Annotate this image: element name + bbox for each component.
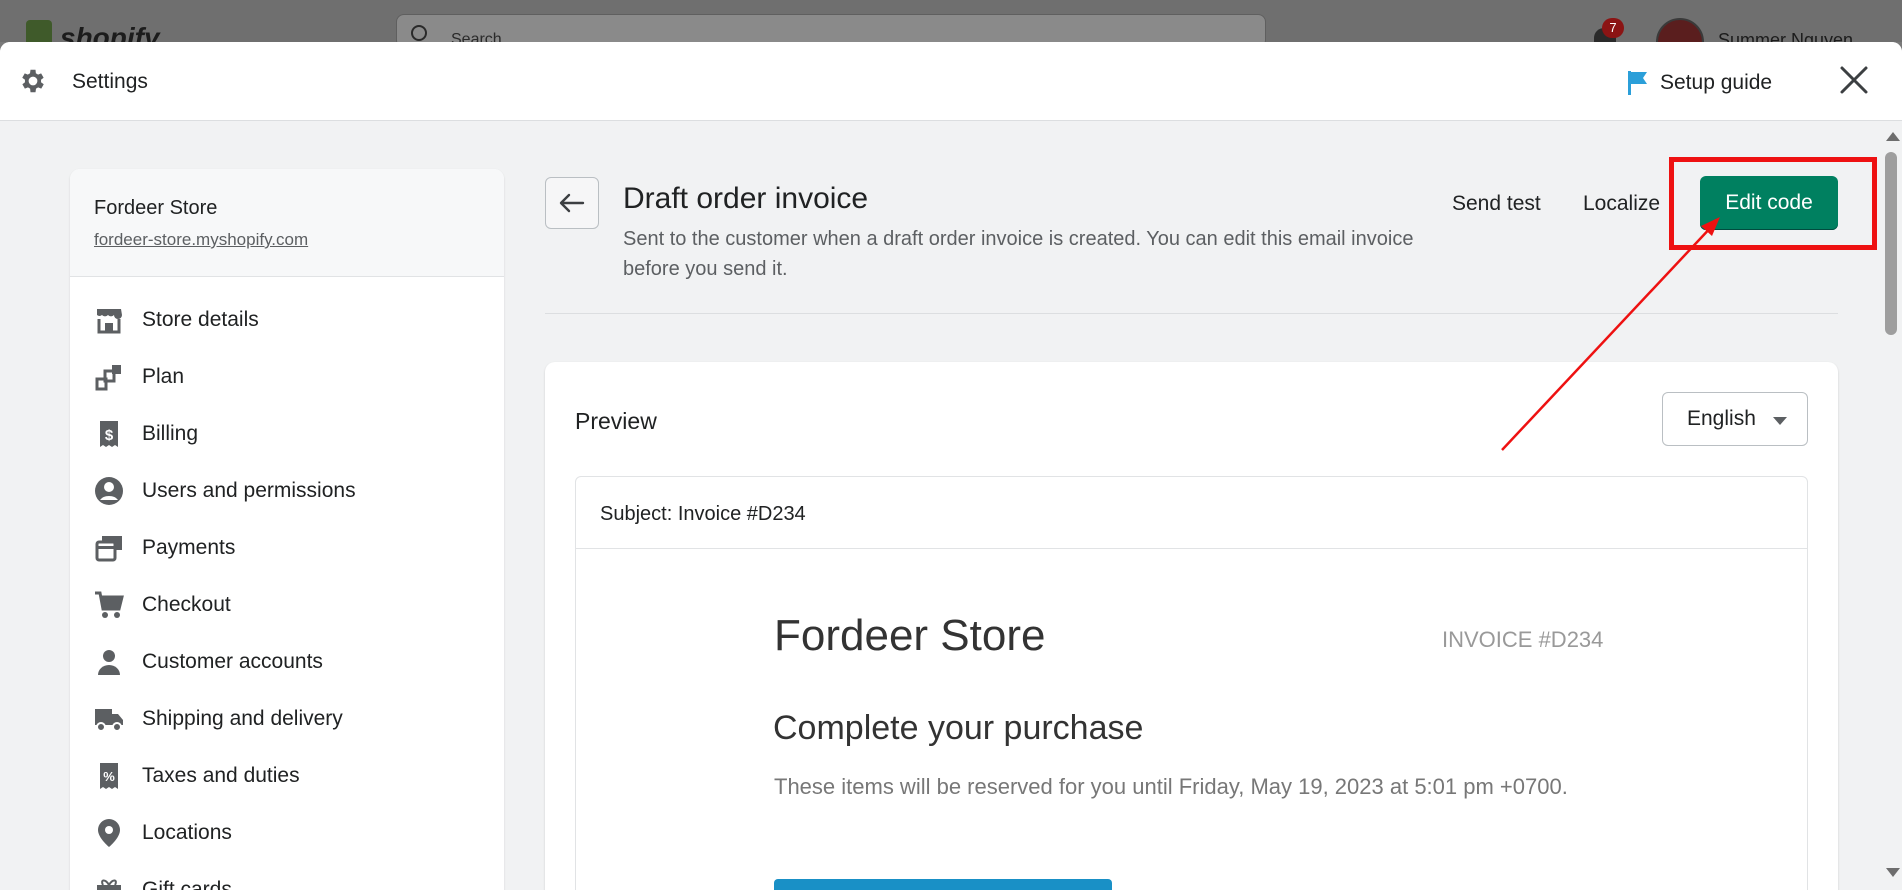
store-block: Fordeer Store fordeer-store.myshopify.co…	[70, 169, 504, 277]
plan-icon	[94, 362, 124, 392]
arrow-left-icon	[559, 193, 585, 213]
tax-icon: %	[94, 761, 124, 791]
email-store-name: Fordeer Store	[774, 611, 1046, 660]
gear-icon	[22, 69, 44, 93]
scrollbar-thumb[interactable]	[1885, 152, 1897, 335]
caret-down-icon	[1773, 417, 1787, 425]
sidebar-item-billing[interactable]: $ Billing	[70, 405, 504, 462]
person-icon	[94, 647, 124, 677]
store-name: Fordeer Store	[94, 197, 218, 219]
modal-title: Settings	[72, 70, 148, 93]
edit-code-button[interactable]: Edit code	[1700, 176, 1838, 230]
sidebar-item-label: Gift cards	[142, 877, 232, 890]
admin-topbar: shopify Search 7 Summer Nguyen	[0, 0, 1902, 66]
sidebar-item-label: Payments	[142, 535, 236, 559]
email-subject: Subject: Invoice #D234	[576, 477, 1807, 549]
cart-icon	[94, 590, 124, 620]
language-value: English	[1687, 407, 1756, 430]
modal-header: Settings Setup guide	[0, 42, 1902, 121]
location-pin-icon	[94, 818, 124, 848]
sidebar-item-label: Plan	[142, 364, 185, 388]
store-url-link[interactable]: fordeer-store.myshopify.com	[94, 230, 308, 250]
sidebar-item-label: Checkout	[142, 592, 231, 616]
sidebar-item-users-and-permissions[interactable]: Users and permissions	[70, 462, 504, 519]
scroll-down-arrow-icon[interactable]	[1886, 868, 1900, 877]
user-circle-icon	[94, 476, 124, 506]
sidebar-item-label: Users and permissions	[142, 478, 356, 502]
sidebar-item-label: Shipping and delivery	[142, 706, 343, 730]
sidebar-item-customer-accounts[interactable]: Customer accounts	[70, 633, 504, 690]
back-button[interactable]	[545, 177, 599, 229]
email-complete-purchase-button[interactable]	[774, 879, 1112, 890]
sidebar-item-taxes-and-duties[interactable]: % Taxes and duties	[70, 747, 504, 804]
notification-badge: 7	[1602, 18, 1624, 38]
sidebar-item-label: Locations	[142, 820, 232, 844]
sidebar-item-label: Billing	[142, 421, 199, 445]
sidebar-item-payments[interactable]: Payments	[70, 519, 504, 576]
payments-icon	[94, 533, 124, 563]
sidebar-item-locations[interactable]: Locations	[70, 804, 504, 861]
setup-guide-label: Setup guide	[1660, 71, 1773, 94]
sidebar-item-label: Taxes and duties	[142, 763, 300, 787]
sidebar-item-label: Store details	[142, 307, 259, 331]
preview-title: Preview	[575, 408, 657, 434]
preview-card: Preview English Subject: Invoice #D234 F…	[545, 362, 1838, 890]
store-icon	[94, 305, 124, 335]
email-preview-frame: Subject: Invoice #D234 Fordeer Store INV…	[575, 476, 1808, 890]
billing-icon: $	[94, 419, 124, 449]
svg-text:$: $	[105, 427, 114, 444]
truck-icon	[94, 704, 124, 734]
svg-text:%: %	[103, 769, 115, 784]
close-icon[interactable]	[1838, 64, 1870, 96]
email-invoice-number: INVOICE #D234	[1442, 627, 1604, 652]
sidebar-item-label: Customer accounts	[142, 649, 323, 673]
page-title: Draft order invoice	[623, 182, 869, 215]
localize-button[interactable]: Localize	[1583, 192, 1660, 216]
gift-icon	[94, 875, 124, 890]
header-divider	[545, 313, 1838, 314]
send-test-button[interactable]: Send test	[1452, 192, 1541, 216]
settings-nav: Store details Plan $ Billing Users and p…	[70, 277, 504, 890]
flag-icon	[1628, 71, 1647, 95]
sidebar-item-shipping-and-delivery[interactable]: Shipping and delivery	[70, 690, 504, 747]
page-subtitle: Sent to the customer when a draft order …	[623, 228, 1414, 280]
settings-sidebar: Fordeer Store fordeer-store.myshopify.co…	[70, 169, 504, 890]
setup-guide-button[interactable]: Setup guide	[1626, 66, 1772, 100]
sidebar-item-gift-cards[interactable]: Gift cards	[70, 861, 504, 890]
email-heading: Complete your purchase	[773, 709, 1144, 747]
language-select[interactable]: English	[1662, 392, 1808, 446]
email-body-text: These items will be reserved for you unt…	[774, 774, 1568, 799]
search-icon	[411, 25, 427, 41]
sidebar-item-plan[interactable]: Plan	[70, 348, 504, 405]
settings-modal: Settings Setup guide Fordeer Store forde…	[0, 42, 1902, 890]
sidebar-item-checkout[interactable]: Checkout	[70, 576, 504, 633]
sidebar-item-store-details[interactable]: Store details	[70, 291, 504, 348]
scroll-up-arrow-icon[interactable]	[1886, 132, 1900, 141]
